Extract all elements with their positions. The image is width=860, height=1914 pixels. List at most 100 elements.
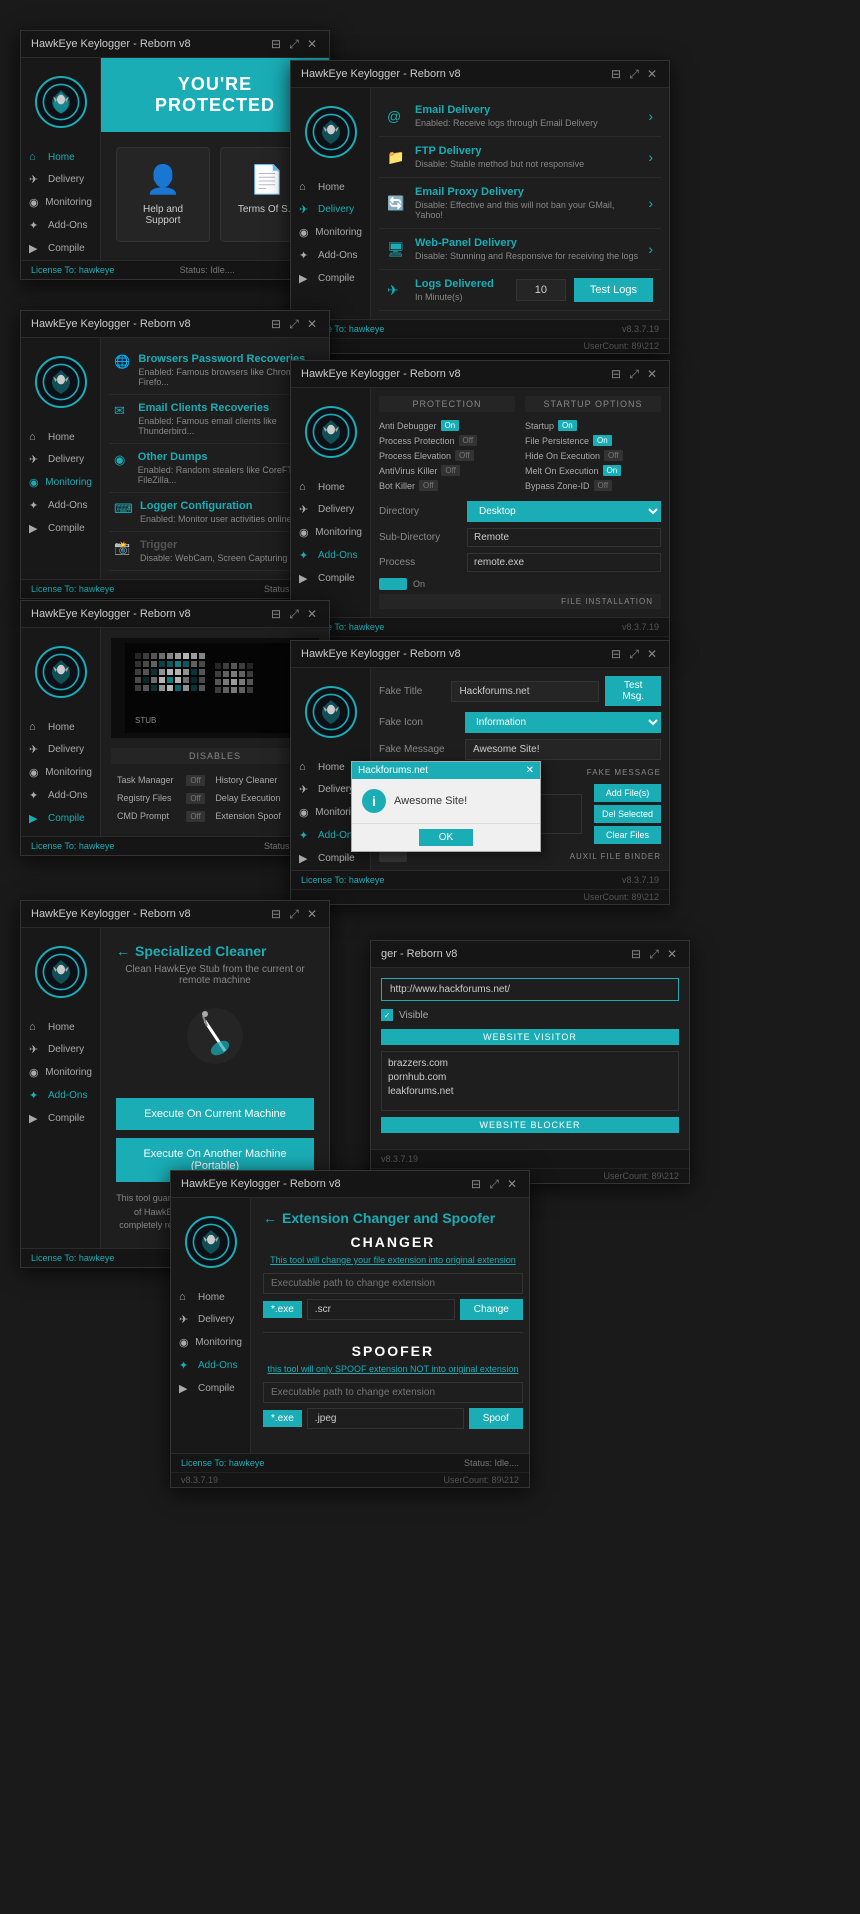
nav-compile-3[interactable]: ▶ Compile — [21, 517, 100, 540]
nav-home-2[interactable]: ⌂ Home — [291, 176, 370, 198]
close-btn-3[interactable]: ✕ — [305, 317, 319, 331]
popup-close[interactable]: ✕ — [526, 765, 534, 776]
url-input[interactable] — [381, 978, 679, 1001]
maximize-btn-5[interactable]: ⤢ — [287, 607, 301, 621]
nav-monitoring-9[interactable]: ◉Monitoring — [171, 1331, 250, 1354]
nav-monitoring-1[interactable]: ◉ Monitoring — [21, 191, 100, 214]
delivery-item-ftp[interactable]: 📁 FTP Delivery Disable: Stable method bu… — [379, 137, 661, 178]
changer-btn[interactable]: Change — [460, 1299, 523, 1320]
maximize-btn-6[interactable]: ⤢ — [627, 647, 641, 661]
nav-addons-2[interactable]: ✦ Add-Ons — [291, 244, 370, 267]
maximize-btn-3[interactable]: ⤢ — [287, 317, 301, 331]
hide-exec-toggle[interactable]: Off — [604, 450, 623, 461]
execute-current-btn[interactable]: Execute On Current Machine — [116, 1098, 314, 1130]
bypass-zone-toggle[interactable]: Off — [594, 480, 613, 491]
nav-addons-7[interactable]: ✦Add-Ons — [21, 1084, 100, 1107]
maximize-btn-9[interactable]: ⤢ — [487, 1177, 501, 1191]
nav-monitoring-2[interactable]: ◉ Monitoring — [291, 221, 370, 244]
logs-input[interactable] — [516, 279, 566, 301]
nav-monitoring-4[interactable]: ◉ Monitoring — [291, 521, 370, 544]
nav-delivery-2[interactable]: ✈ Delivery — [291, 198, 370, 221]
fake-msg-input[interactable] — [465, 739, 661, 760]
nav-home-4[interactable]: ⌂ Home — [291, 476, 370, 498]
minimize-btn-5[interactable]: ⊟ — [269, 607, 283, 621]
nav-delivery-7[interactable]: ✈Delivery — [21, 1038, 100, 1061]
nav-compile-2[interactable]: ▶ Compile — [291, 267, 370, 290]
spoofer-path-input[interactable] — [263, 1382, 523, 1403]
spoofer-btn[interactable]: Spoof — [469, 1408, 523, 1429]
nav-addons-3[interactable]: ✦ Add-Ons — [21, 494, 100, 517]
visible-checkbox[interactable]: ✓ — [381, 1009, 393, 1021]
nav-addons-4[interactable]: ✦ Add-Ons — [291, 544, 370, 567]
nav-compile-1[interactable]: ▶ Compile — [21, 237, 100, 260]
dir-select[interactable]: Desktop — [467, 501, 661, 522]
maximize-btn-8[interactable]: ⤢ — [647, 947, 661, 961]
maximize-btn-1[interactable]: ⤢ — [287, 37, 301, 51]
nav-addons-5[interactable]: ✦Add-Ons — [21, 784, 100, 807]
minimize-btn-9[interactable]: ⊟ — [469, 1177, 483, 1191]
nav-monitoring-5[interactable]: ◉Monitoring — [21, 761, 100, 784]
minimize-btn-3[interactable]: ⊟ — [269, 317, 283, 331]
minimize-btn-4[interactable]: ⊟ — [609, 367, 623, 381]
test-logs-btn[interactable]: Test Logs — [574, 278, 653, 302]
nav-monitoring-7[interactable]: ◉Monitoring — [21, 1061, 100, 1084]
ext-back-arrow[interactable]: ← — [263, 1210, 277, 1226]
minimize-btn-1[interactable]: ⊟ — [269, 37, 283, 51]
maximize-btn-2[interactable]: ⤢ — [627, 67, 641, 81]
close-btn-9[interactable]: ✕ — [505, 1177, 519, 1191]
delivery-item-email[interactable]: @ Email Delivery Enabled: Receive logs t… — [379, 96, 661, 137]
close-btn-5[interactable]: ✕ — [305, 607, 319, 621]
changer-result-input[interactable] — [307, 1299, 455, 1320]
close-btn-8[interactable]: ✕ — [665, 947, 679, 961]
back-arrow-icon[interactable]: ← — [116, 943, 130, 959]
file-persistence-toggle[interactable]: On — [593, 435, 612, 446]
startup-toggle[interactable]: On — [558, 420, 577, 431]
nav-delivery-9[interactable]: ✈Delivery — [171, 1308, 250, 1331]
nav-delivery-4[interactable]: ✈ Delivery — [291, 498, 370, 521]
nav-compile-7[interactable]: ▶Compile — [21, 1107, 100, 1130]
spoofer-result-input[interactable] — [307, 1408, 464, 1429]
minimize-btn-8[interactable]: ⊟ — [629, 947, 643, 961]
test-msg-button[interactable]: Test Msg. — [605, 676, 661, 706]
nav-addons-1[interactable]: ✦ Add-Ons — [21, 214, 100, 237]
nav-delivery-3[interactable]: ✈ Delivery — [21, 448, 100, 471]
nav-delivery-5[interactable]: ✈Delivery — [21, 738, 100, 761]
nav-home-5[interactable]: ⌂Home — [21, 716, 100, 738]
delivery-item-webpanel[interactable]: 🖥 Web-Panel Delivery Disable: Stunning a… — [379, 229, 661, 270]
nav-home-9[interactable]: ⌂Home — [171, 1286, 250, 1308]
maximize-btn-7[interactable]: ⤢ — [287, 907, 301, 921]
process-prot-toggle[interactable]: Off — [459, 435, 478, 446]
close-btn-1[interactable]: ✕ — [305, 37, 319, 51]
help-box[interactable]: 👤 Help and Support — [116, 147, 210, 242]
nav-monitoring-3[interactable]: ◉ Monitoring — [21, 471, 100, 494]
subdir-input[interactable] — [467, 528, 661, 547]
close-btn-4[interactable]: ✕ — [645, 367, 659, 381]
nav-home-7[interactable]: ⌂Home — [21, 1016, 100, 1038]
fake-icon-select[interactable]: Information — [465, 712, 661, 733]
minimize-btn-6[interactable]: ⊟ — [609, 647, 623, 661]
nav-home-1[interactable]: ⌂ Home — [21, 146, 100, 168]
antivirus-toggle[interactable]: Off — [441, 465, 460, 476]
close-btn-6[interactable]: ✕ — [645, 647, 659, 661]
close-btn-7[interactable]: ✕ — [305, 907, 319, 921]
changer-path-input[interactable] — [263, 1273, 523, 1294]
process-input[interactable] — [467, 553, 661, 572]
fake-title-input[interactable] — [451, 681, 599, 702]
nav-delivery-1[interactable]: ✈ Delivery — [21, 168, 100, 191]
maximize-btn-4[interactable]: ⤢ — [627, 367, 641, 381]
anti-debugger-toggle[interactable]: On — [441, 420, 460, 431]
bot-killer-toggle[interactable]: Off — [419, 480, 438, 491]
nav-compile-5[interactable]: ▶Compile — [21, 807, 100, 830]
melt-exec-toggle[interactable]: On — [603, 465, 622, 476]
file-install-toggle[interactable] — [379, 578, 407, 590]
nav-compile-4[interactable]: ▶ Compile — [291, 567, 370, 590]
clear-files-btn[interactable]: Clear Files — [594, 826, 661, 844]
popup-ok-btn[interactable]: OK — [419, 829, 473, 846]
nav-home-3[interactable]: ⌂ Home — [21, 426, 100, 448]
del-selected-btn[interactable]: Del Selected — [594, 805, 661, 823]
process-elev-toggle[interactable]: Off — [455, 450, 474, 461]
minimize-btn-2[interactable]: ⊟ — [609, 67, 623, 81]
nav-compile-9[interactable]: ▶Compile — [171, 1377, 250, 1400]
minimize-btn-7[interactable]: ⊟ — [269, 907, 283, 921]
close-btn-2[interactable]: ✕ — [645, 67, 659, 81]
